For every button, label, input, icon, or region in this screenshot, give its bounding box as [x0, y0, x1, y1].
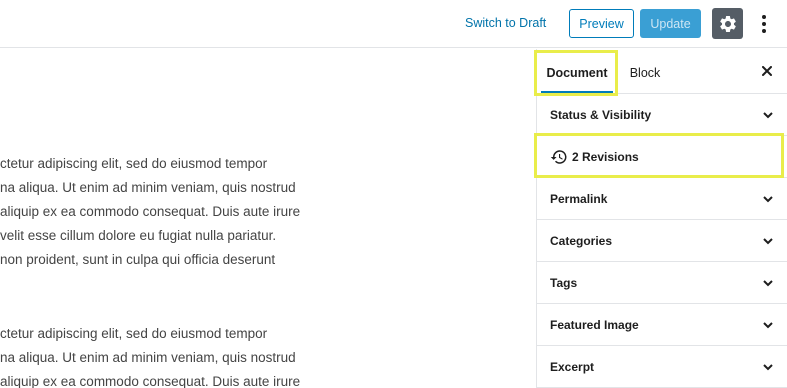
- tab-document[interactable]: Document: [537, 51, 617, 94]
- close-sidebar-button[interactable]: [757, 61, 777, 81]
- update-button[interactable]: Update: [640, 9, 701, 38]
- panel-excerpt[interactable]: Excerpt: [537, 346, 787, 388]
- chevron-down-icon: [763, 322, 773, 329]
- chevron-down-icon: [763, 112, 773, 119]
- preview-button[interactable]: Preview: [569, 9, 634, 38]
- chevron-down-icon: [763, 280, 773, 287]
- editor-canvas[interactable]: ctetur adipiscing elit, sed do eiusmod t…: [0, 49, 536, 388]
- more-options-button[interactable]: [754, 12, 774, 36]
- editor-header: Switch to Draft Preview Update: [0, 0, 787, 48]
- text-line: na aliqua. Ut enim ad minim veniam, quis…: [0, 350, 296, 365]
- more-vertical-icon: [762, 15, 766, 33]
- panel-label: Excerpt: [550, 360, 595, 374]
- tab-document-label: Document: [546, 65, 608, 80]
- panel-label: Featured Image: [550, 318, 639, 332]
- tab-block-label: Block: [629, 65, 661, 80]
- panel-tags[interactable]: Tags: [537, 262, 787, 304]
- sidebar-tabs: Document Block: [534, 49, 787, 96]
- text-line: aliquip ex ea commodo consequat. Duis au…: [0, 374, 301, 388]
- settings-sidebar: Document Block Status & Visibility 2 Rev…: [534, 49, 787, 388]
- history-icon: [550, 150, 567, 164]
- text-line: ctetur adipiscing elit, sed do eiusmod t…: [0, 156, 268, 171]
- gear-icon: [719, 15, 736, 32]
- panel-status-visibility[interactable]: Status & Visibility: [537, 94, 787, 136]
- switch-to-draft-button[interactable]: Switch to Draft: [465, 16, 546, 30]
- panel-categories[interactable]: Categories: [537, 220, 787, 262]
- settings-button[interactable]: [712, 8, 743, 39]
- chevron-down-icon: [763, 238, 773, 245]
- text-line: non proident, sunt in culpa qui officia …: [0, 252, 276, 267]
- chevron-down-icon: [763, 196, 773, 203]
- panel-label: Permalink: [550, 192, 608, 206]
- panel-label: Status & Visibility: [550, 108, 652, 122]
- panel-label: Tags: [550, 276, 578, 290]
- tab-block[interactable]: Block: [623, 51, 667, 94]
- paragraph-block[interactable]: ctetur adipiscing elit, sed do eiusmod t…: [0, 152, 300, 272]
- revisions-label: 2 Revisions: [572, 150, 639, 164]
- text-line: ctetur adipiscing elit, sed do eiusmod t…: [0, 326, 268, 341]
- text-line: na aliqua. Ut enim ad minim veniam, quis…: [0, 180, 296, 195]
- panel-label: Categories: [550, 234, 613, 248]
- text-line: aliquip ex ea commodo consequat. Duis au…: [0, 204, 301, 219]
- revisions-link[interactable]: 2 Revisions: [537, 136, 787, 178]
- panel-permalink[interactable]: Permalink: [537, 178, 787, 220]
- close-icon: [762, 66, 772, 76]
- paragraph-block[interactable]: ctetur adipiscing elit, sed do eiusmod t…: [0, 322, 300, 388]
- text-line: velit esse cillum dolore eu fugiat nulla…: [0, 228, 277, 243]
- panel-featured-image[interactable]: Featured Image: [537, 304, 787, 346]
- chevron-down-icon: [763, 364, 773, 371]
